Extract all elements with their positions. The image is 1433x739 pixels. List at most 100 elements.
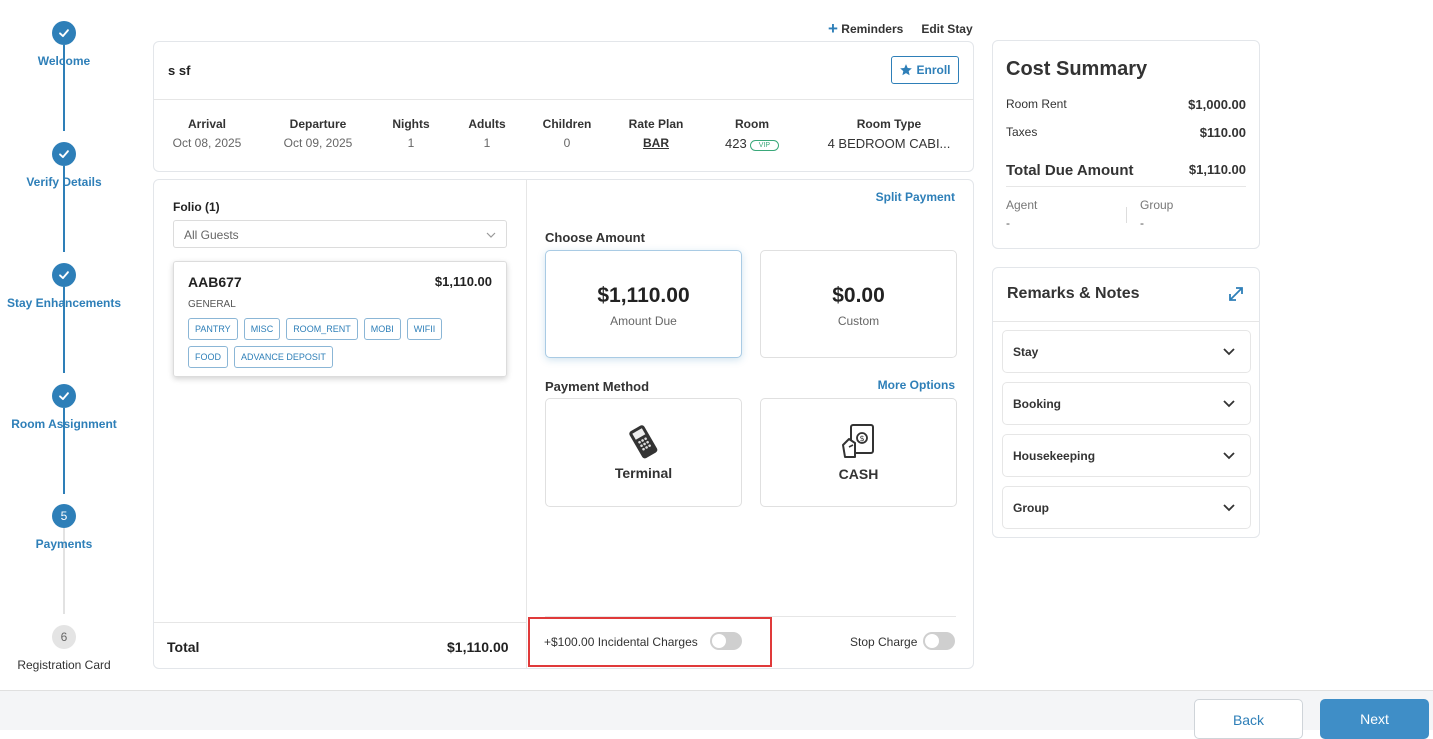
folio-title: Folio (1)	[173, 200, 220, 214]
cash-icon: $	[841, 424, 874, 458]
stop-charge-toggle[interactable]	[923, 632, 955, 650]
folio-category: GENERAL	[188, 299, 236, 310]
agent-value: -	[1006, 216, 1010, 230]
top-links: + Reminders Edit Stay	[828, 19, 973, 38]
plus-icon: +	[828, 19, 838, 38]
step-verify-details[interactable]: Verify Details	[0, 142, 128, 189]
folio-item[interactable]: AAB677 $1,110.00 GENERAL PANTRY MISC ROO…	[173, 261, 507, 377]
payment-method-title: Payment Method	[545, 379, 650, 394]
stop-charge-label: Stop Charge	[850, 635, 918, 649]
divider	[526, 180, 527, 668]
total-label: Total	[167, 639, 200, 655]
taxes-row: Taxes $110.00	[1006, 125, 1246, 140]
departure-field: Departure Oct 09, 2025	[283, 117, 353, 150]
tag-wifii: WIFII	[406, 318, 443, 340]
group-value: -	[1140, 216, 1144, 230]
card-terminal-icon	[628, 425, 657, 459]
agent-field: Agent -	[1006, 198, 1038, 230]
chevron-down-icon	[1223, 504, 1235, 512]
progress-stepper: Welcome Verify Details Stay Enhancements…	[0, 0, 128, 690]
reminders-link[interactable]: + Reminders	[828, 19, 903, 38]
check-icon	[52, 142, 76, 166]
custom-amount-option[interactable]: $0.00 Custom	[760, 250, 957, 358]
nights-field: Nights 1	[392, 117, 430, 150]
tag-advance-deposit: ADVANCE DEPOSIT	[234, 346, 333, 368]
divider	[1126, 207, 1127, 223]
custom-amount-value: $0.00	[832, 284, 885, 307]
taxes-value: $110.00	[1199, 125, 1246, 140]
vip-badge: VIP	[749, 140, 779, 151]
children-value: 0	[563, 136, 571, 150]
step-label: Registration Card	[17, 658, 111, 672]
step-label: Room Assignment	[11, 417, 117, 431]
tag-mobi: MOBI	[363, 318, 401, 340]
total-due-row: Total Due Amount $1,110.00	[1006, 162, 1246, 179]
more-options-link[interactable]: More Options	[878, 378, 955, 392]
folio-tags: PANTRY MISC ROOM_RENT MOBI WIFII FOOD AD…	[188, 318, 488, 368]
check-icon	[52, 263, 76, 287]
step-room-assignment[interactable]: Room Assignment	[0, 384, 128, 431]
highlight-box	[528, 617, 772, 667]
enroll-button[interactable]: Enroll	[891, 56, 959, 84]
folio-amount: $1,110.00	[434, 274, 492, 289]
chevron-down-icon	[1223, 400, 1235, 408]
remarks-title: Remarks & Notes	[1007, 285, 1140, 302]
amount-due-label: Amount Due	[610, 314, 677, 328]
terminal-option[interactable]: Terminal	[545, 398, 742, 507]
check-icon	[52, 384, 76, 408]
cash-option[interactable]: $ CASH	[760, 398, 957, 507]
step-payments[interactable]: 5 Payments	[0, 504, 128, 551]
custom-amount-label: Custom	[837, 314, 880, 328]
check-icon	[52, 21, 76, 45]
remarks-section-stay[interactable]: Stay	[1002, 330, 1251, 373]
rate-plan-field: Rate Plan BAR	[628, 117, 684, 150]
nights-value: 1	[407, 136, 415, 150]
group-field: Group -	[1140, 198, 1174, 230]
step-registration-card[interactable]: 6 Registration Card	[0, 625, 128, 672]
star-icon	[900, 64, 913, 76]
remarks-section-group[interactable]: Group	[1002, 486, 1251, 529]
step-number: 6	[52, 625, 76, 649]
edit-stay-link[interactable]: Edit Stay	[921, 22, 972, 36]
amount-due-value: $1,110.00	[597, 284, 690, 307]
tag-pantry: PANTRY	[188, 318, 238, 340]
tag-room-rent: ROOM_RENT	[286, 318, 358, 340]
remarks-section-housekeeping[interactable]: Housekeeping	[1002, 434, 1251, 477]
step-label: Verify Details	[26, 175, 102, 189]
adults-value: 1	[483, 136, 491, 150]
cost-summary-title: Cost Summary	[1006, 58, 1148, 80]
guest-card: s sf Enroll Arrival Oct 08, 2025 Departu…	[153, 41, 974, 172]
step-stay-enhancements[interactable]: Stay Enhancements	[0, 263, 128, 310]
guest-filter-select[interactable]: All Guests	[173, 220, 507, 248]
enroll-label: Enroll	[916, 63, 951, 77]
payment-card: Folio (1) All Guests AAB677 $1,110.00 GE…	[153, 179, 974, 669]
divider	[1006, 186, 1246, 187]
room-type-value: 4 BEDROOM CABI...	[827, 136, 951, 151]
divider	[993, 321, 1259, 322]
remarks-section-booking[interactable]: Booking	[1002, 382, 1251, 425]
choose-amount-title: Choose Amount	[545, 230, 645, 245]
room-rent-value: $1,000.00	[1188, 97, 1246, 112]
back-button[interactable]: Back	[1194, 699, 1303, 739]
tag-misc: MISC	[243, 318, 281, 340]
departure-date: Oct 09, 2025	[283, 136, 353, 150]
remarks-card: Remarks & Notes Stay Booking Housekeepin…	[992, 267, 1260, 538]
guest-filter-value: All Guests	[184, 228, 239, 242]
room-number: 423	[725, 136, 747, 151]
chevron-down-icon	[1223, 348, 1235, 356]
arrival-date: Oct 08, 2025	[172, 136, 242, 150]
amount-due-option[interactable]: $1,110.00 Amount Due	[545, 250, 742, 358]
divider	[154, 622, 526, 623]
chevron-down-icon	[1223, 452, 1235, 460]
split-payment-link[interactable]: Split Payment	[876, 190, 955, 204]
step-label: Payments	[35, 537, 93, 551]
expand-icon[interactable]	[1227, 285, 1245, 303]
divider	[154, 99, 973, 100]
step-welcome[interactable]: Welcome	[0, 21, 128, 68]
total-value: $1,110.00	[447, 639, 509, 655]
rate-plan-link[interactable]: BAR	[629, 136, 684, 150]
cash-label: CASH	[838, 466, 879, 482]
tag-food: FOOD	[188, 346, 228, 368]
next-button[interactable]: Next	[1320, 699, 1429, 739]
room-rent-row: Room Rent $1,000.00	[1006, 97, 1246, 112]
